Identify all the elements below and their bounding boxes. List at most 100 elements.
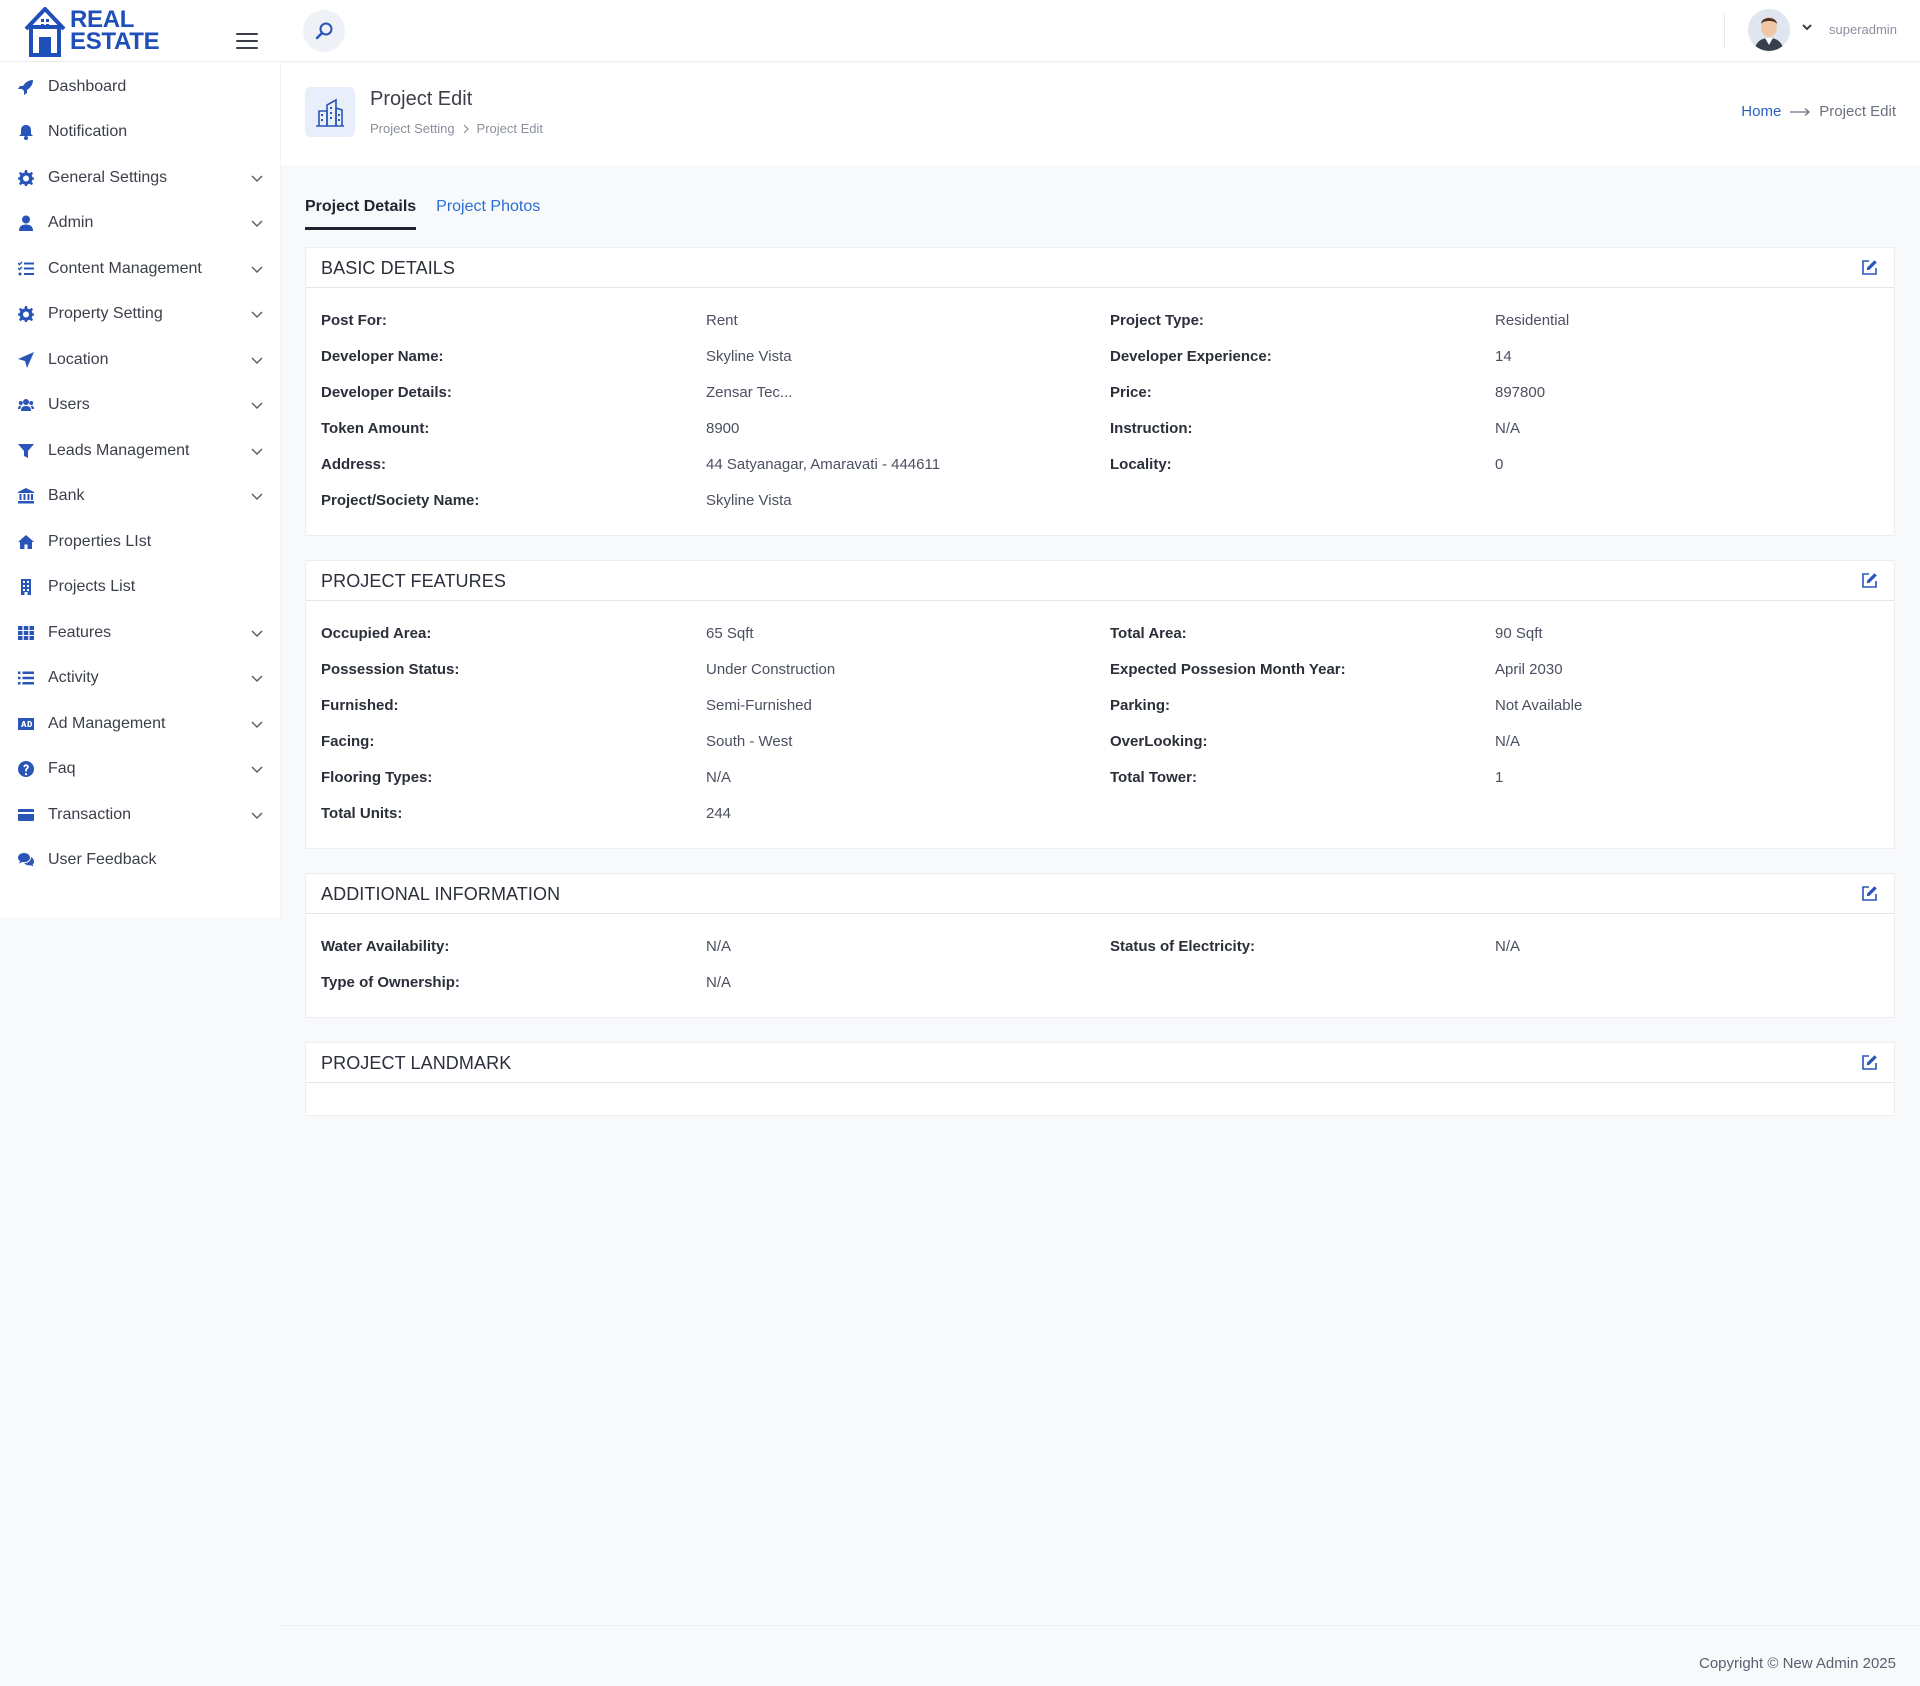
chevron-down-icon [251,721,263,729]
sub-breadcrumb-parent[interactable]: Project Setting [370,121,455,136]
sidebar-item-projects-list[interactable]: Projects List [0,567,280,607]
field-label: Total Units: [321,805,403,822]
additional-information-card: ADDITIONAL INFORMATION Water Availabilit… [305,873,1895,1018]
field-value: South - West [706,733,793,750]
sidebar-item-label: User Feedback [48,851,157,868]
chevron-down-icon [251,812,263,820]
edit-icon[interactable] [1861,259,1878,276]
field-label: Total Area: [1110,625,1187,642]
chevron-down-icon [251,675,263,683]
field-value: Zensar Tec... [706,384,793,401]
arrow-right-icon [1790,107,1811,116]
sidebar-item-property-setting[interactable]: Property Setting [0,294,280,334]
field-label: Total Tower: [1110,769,1197,786]
breadcrumb-home-link[interactable]: Home [1741,103,1781,120]
location-arrow-icon [17,351,35,369]
sidebar-item-admin[interactable]: Admin [0,203,280,243]
field-label: Post For: [321,312,387,329]
list-check-icon [17,260,35,278]
field-value: Skyline Vista [706,348,792,365]
sidebar-item-notification[interactable]: Notification [0,112,280,152]
sidebar-item-general-settings[interactable]: General Settings [0,158,280,198]
sidebar-item-label: Faq [48,760,76,777]
field-label: Project Type: [1110,312,1204,329]
chevron-down-icon[interactable] [1800,20,1814,34]
chevron-down-icon [251,448,263,456]
search-button[interactable] [303,10,345,52]
chevron-down-icon [251,311,263,319]
page-title: Project Edit [370,88,473,110]
footer: Copyright © New Admin 2025 [281,1625,1920,1686]
avatar[interactable] [1748,9,1790,51]
chevron-down-icon [251,493,263,501]
field-label: Address: [321,456,387,473]
sidebar-item-label: Ad Management [48,715,166,732]
sidebar-item-dashboard[interactable]: Dashboard [0,67,280,107]
field-label: OverLooking: [1110,733,1208,750]
sidebar-item-users[interactable]: Users [0,385,280,425]
question-circle-icon [17,760,35,778]
field-value: N/A [706,938,732,955]
building-icon [17,578,35,596]
sidebar-item-faq[interactable]: Faq [0,749,280,789]
gear-icon [17,169,35,187]
card-header: ADDITIONAL INFORMATION [306,874,1894,914]
house-logo-icon [24,7,66,57]
brand-text: REAL ESTATE [70,8,160,54]
sidebar-item-label: Features [48,624,112,641]
card-title: PROJECT FEATURES [321,571,506,591]
top-header: REAL ESTATE superadmin [0,0,1920,62]
sidebar-item-user-feedback[interactable]: User Feedback [0,840,280,880]
sidebar-item-leads-management[interactable]: Leads Management [0,431,280,471]
sidebar-item-label: Activity [48,669,99,686]
project-features-card: PROJECT FEATURES Occupied Area: 65 Sqft … [305,560,1895,849]
hamburger-menu-icon[interactable] [236,33,258,51]
sidebar-item-transaction[interactable]: Transaction [0,795,280,835]
field-value: N/A [1495,420,1521,437]
sidebar-item-label: Users [48,396,90,413]
edit-icon[interactable] [1861,1054,1878,1071]
edit-icon[interactable] [1861,885,1878,902]
sidebar-item-bank[interactable]: Bank [0,476,280,516]
sidebar-item-location[interactable]: Location [0,340,280,380]
sidebar-item-label: Dashboard [48,78,127,95]
card-title: ADDITIONAL INFORMATION [321,884,561,904]
header-divider [1724,14,1725,48]
field-label: Instruction: [1110,420,1193,437]
username[interactable]: superadmin [1829,22,1897,37]
sidebar-item-features[interactable]: Features [0,613,280,653]
field-label: Locality: [1110,456,1172,473]
comments-icon [17,851,35,869]
users-icon [17,396,35,414]
sidebar-item-activity[interactable]: Activity [0,658,280,698]
field-value: 44 Satyanagar, Amaravati - 444611 [706,456,941,473]
bank-icon [17,487,35,505]
tab-project-details[interactable]: Project Details [305,198,417,230]
field-label: Token Amount: [321,420,430,437]
edit-icon[interactable] [1861,572,1878,589]
field-value: Semi-Furnished [706,697,812,714]
chevron-down-icon [251,266,263,274]
breadcrumb: Home Project Edit [1741,103,1896,120]
field-value: 65 Sqft [706,625,754,642]
tab-project-photos[interactable]: Project Photos [436,198,540,230]
field-value: Under Construction [706,661,836,678]
brand-logo[interactable]: REAL ESTATE [22,4,162,58]
card-title: PROJECT LANDMARK [321,1053,512,1073]
list-icon [17,669,35,687]
field-value: Not Available [1495,697,1583,714]
sidebar-item-content-management[interactable]: Content Management [0,249,280,289]
copyright-text: Copyright © New Admin 2025 [1699,1655,1896,1672]
field-value: 0 [1495,456,1504,473]
sidebar-item-label: Bank [48,487,85,504]
chevron-down-icon [251,357,263,365]
credit-card-icon [17,806,35,824]
field-label: Developer Details: [321,384,452,401]
field-value: N/A [706,974,732,991]
field-value: 8900 [706,420,740,437]
sidebar-item-ad-management[interactable]: Ad Management [0,704,280,744]
sidebar-item-properties-list[interactable]: Properties LIst [0,522,280,562]
chevron-right-icon [463,124,469,133]
user-icon [17,214,35,232]
sidebar-item-label: Notification [48,123,128,140]
